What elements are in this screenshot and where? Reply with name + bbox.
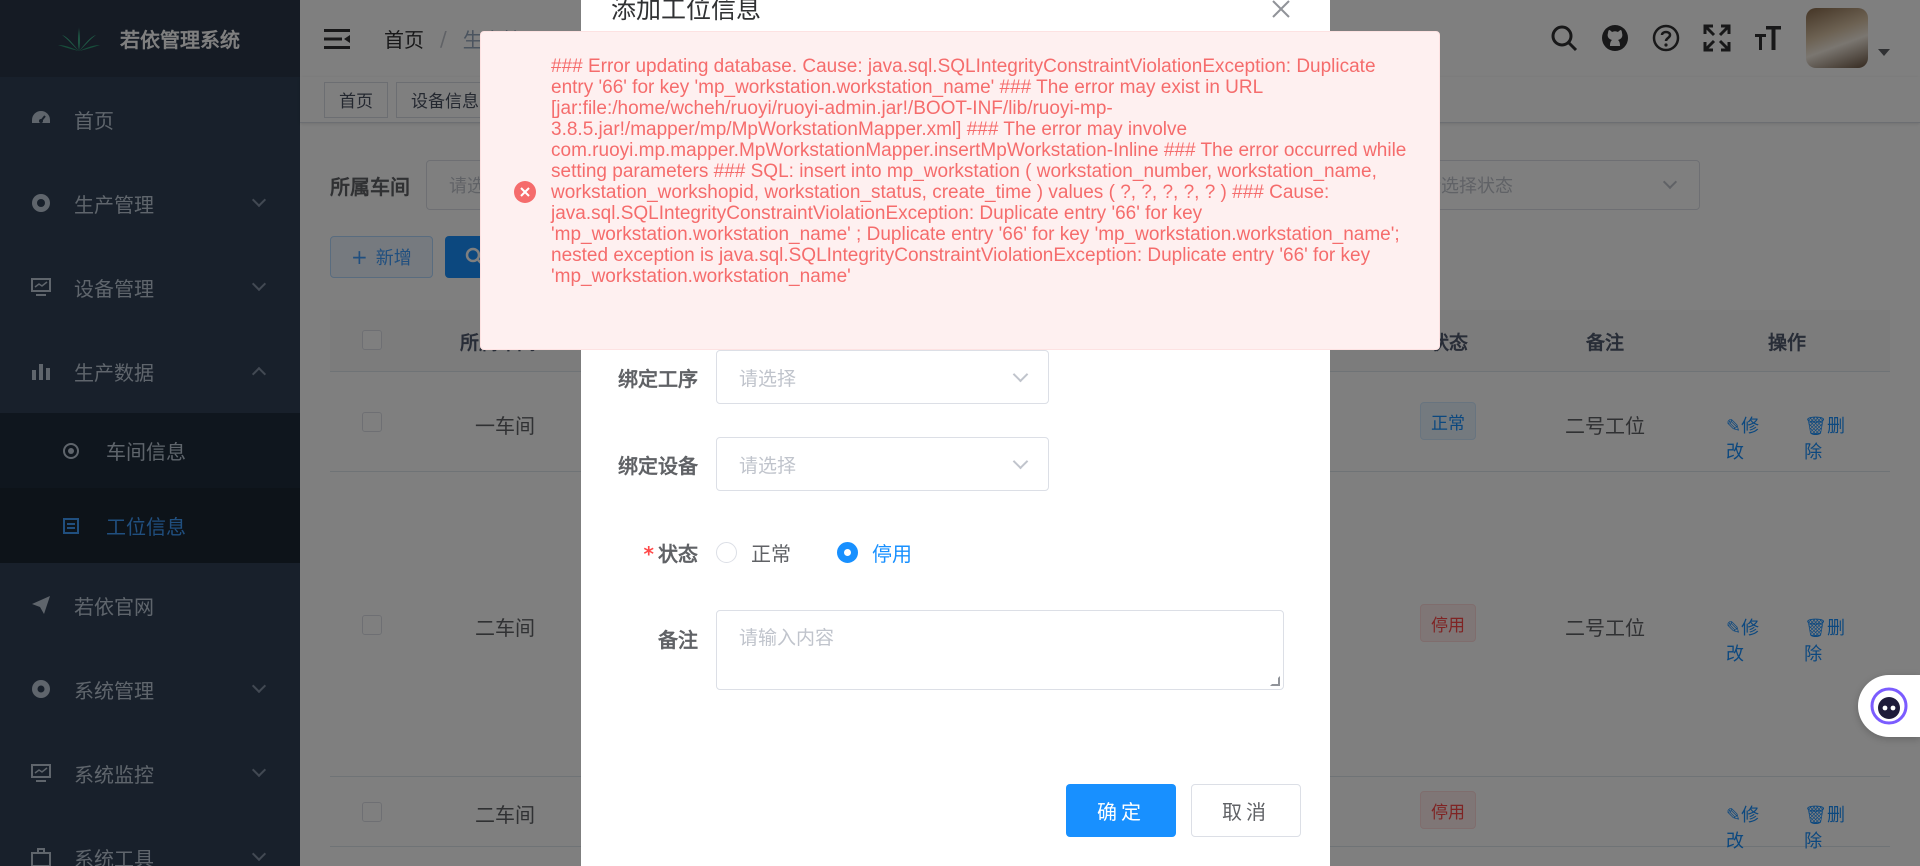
status-radio-disabled[interactable]: 停用	[837, 538, 912, 567]
process-select[interactable]: 请选择	[716, 350, 1049, 404]
form-row-process: 绑定工序 请选择	[581, 350, 1049, 404]
device-select[interactable]: 请选择	[716, 437, 1049, 491]
device-label: 绑定设备	[618, 453, 698, 478]
cancel-button[interactable]: 取消	[1191, 784, 1301, 837]
form-row-status: * 状态 正常 停用	[581, 538, 958, 567]
status-label: * 状态	[581, 538, 716, 567]
chevron-down-icon	[1012, 453, 1029, 470]
error-message-text: ### Error updating database. Cause: java…	[551, 56, 1407, 287]
close-icon[interactable]	[1270, 0, 1292, 20]
radio-dot	[837, 542, 858, 563]
assistant-icon	[1870, 687, 1908, 725]
dialog-title: 添加工位信息	[611, 0, 762, 24]
error-message: ### Error updating database. Cause: java…	[480, 31, 1440, 350]
radio-dot	[716, 542, 737, 563]
status-radio-normal[interactable]: 正常	[716, 538, 791, 567]
remark-textarea[interactable]: 请输入内容	[716, 610, 1284, 690]
required-mark: *	[643, 542, 654, 566]
form-row-remark: 备注 请输入内容	[581, 610, 1284, 690]
assistant-float-button[interactable]	[1858, 675, 1920, 737]
radio-label: 正常	[751, 542, 791, 566]
form-row-device: 绑定设备 请选择	[581, 437, 1049, 491]
remark-label: 备注	[658, 628, 698, 652]
chevron-down-icon	[1012, 366, 1029, 383]
confirm-button[interactable]: 确定	[1066, 784, 1176, 837]
device-placeholder: 请选择	[739, 454, 797, 477]
remark-placeholder: 请输入内容	[739, 627, 835, 649]
process-label: 绑定工序	[618, 366, 698, 391]
radio-label: 停用	[872, 542, 912, 566]
resize-handle-icon[interactable]	[1270, 676, 1280, 686]
status-label-text: 状态	[658, 542, 698, 566]
error-circle-icon	[514, 181, 536, 203]
process-placeholder: 请选择	[739, 367, 797, 390]
